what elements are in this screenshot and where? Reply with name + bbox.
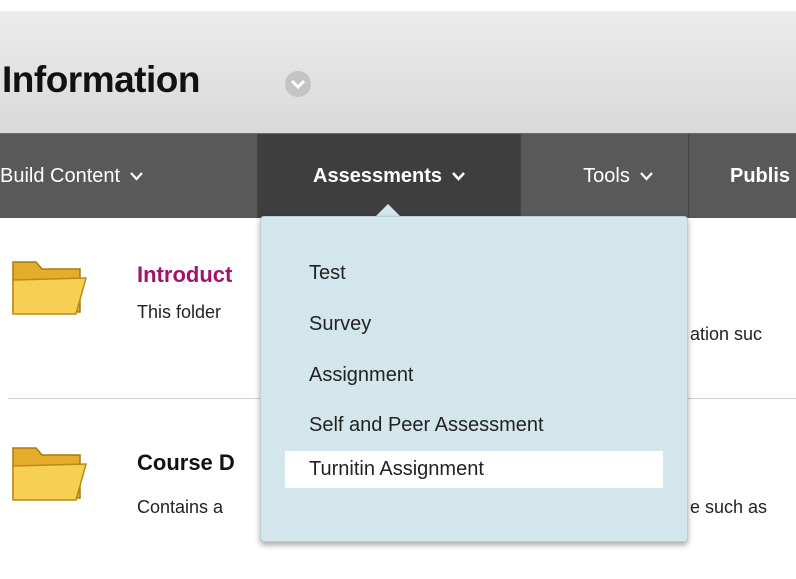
assessments-label: Assessments	[313, 165, 442, 187]
publish-menu[interactable]: Publis	[730, 134, 790, 218]
content-item-description: Contains a	[137, 497, 224, 517]
content-item-description-tail: e such as	[690, 497, 768, 517]
dropdown-item-assignment[interactable]: Assignment	[285, 357, 663, 394]
chevron-down-icon	[452, 172, 465, 181]
content-item-title-link[interactable]: Introduct	[137, 262, 232, 288]
chevron-down-icon	[640, 172, 653, 181]
chevron-down-icon	[130, 172, 143, 181]
dropdown-item-survey[interactable]: Survey	[285, 306, 663, 343]
content-item-description: This folder	[137, 302, 222, 322]
toolbar-divider	[688, 134, 689, 218]
toolbar-divider	[520, 134, 521, 218]
chevron-down-circle-icon[interactable]	[283, 69, 313, 99]
content-item-title-link[interactable]: Course D	[137, 450, 235, 476]
folder-icon	[12, 261, 87, 315]
dropdown-item-test[interactable]: Test	[285, 255, 663, 292]
page-header: Information	[0, 11, 796, 133]
publish-label: Publis	[730, 165, 791, 187]
build-content-label: Build Content	[0, 165, 121, 187]
tools-label: Tools	[583, 165, 630, 187]
folder-icon	[12, 447, 87, 501]
assessments-dropdown: Test Survey Assignment Self and Peer Ass…	[260, 216, 688, 542]
content-item-description-tail: ation suc	[690, 324, 763, 344]
dropdown-item-turnitin-assignment[interactable]: Turnitin Assignment	[285, 451, 663, 488]
dropdown-item-self-peer-assessment[interactable]: Self and Peer Assessment	[285, 407, 663, 444]
tools-menu[interactable]: Tools	[548, 134, 688, 218]
build-content-menu[interactable]: Build Content	[0, 134, 143, 218]
page-title: Information	[2, 59, 200, 100]
